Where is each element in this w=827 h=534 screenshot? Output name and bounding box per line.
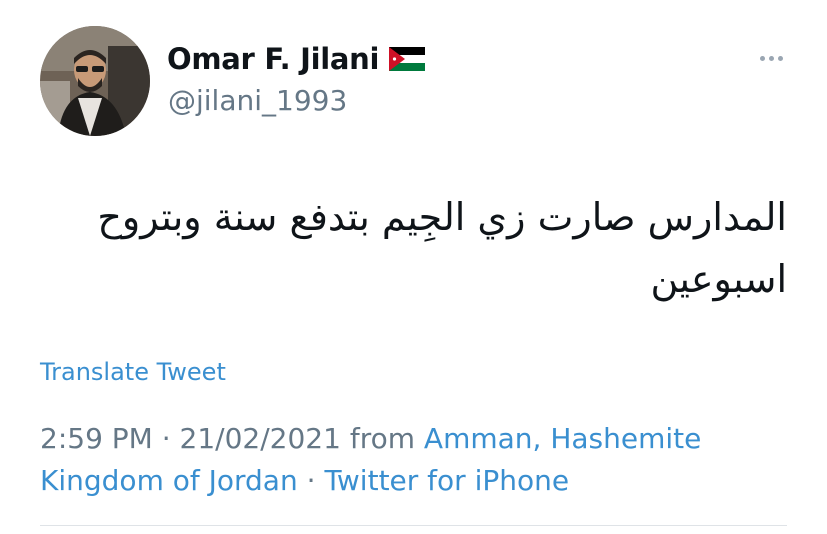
- avatar[interactable]: [40, 26, 150, 136]
- tweet-date[interactable]: 21/02/2021: [180, 422, 341, 455]
- author-handle[interactable]: @jilani_1993: [168, 84, 347, 117]
- tweet-text: المدارس صارت زي الجِيم بتدفع سنة وبتروح …: [97, 195, 787, 301]
- translate-tweet-link[interactable]: Translate Tweet: [40, 358, 226, 386]
- meta-separator: ·: [161, 422, 171, 455]
- jordan-flag-icon: [389, 47, 426, 71]
- tweet-client-link[interactable]: Twitter for iPhone: [324, 464, 569, 497]
- author-name[interactable]: Omar F. Jilani: [167, 42, 379, 76]
- tweet-metadata: 2:59 PM · 21/02/2021 from Amman, Hashemi…: [40, 418, 800, 502]
- meta-separator-2: ·: [306, 464, 316, 497]
- from-label: from: [349, 422, 416, 455]
- author-name-row[interactable]: Omar F. Jilani: [167, 42, 426, 76]
- tweet-time[interactable]: 2:59 PM: [40, 422, 153, 455]
- more-options-icon[interactable]: [760, 56, 783, 61]
- divider: [40, 525, 787, 526]
- profile-photo-icon: [40, 26, 150, 136]
